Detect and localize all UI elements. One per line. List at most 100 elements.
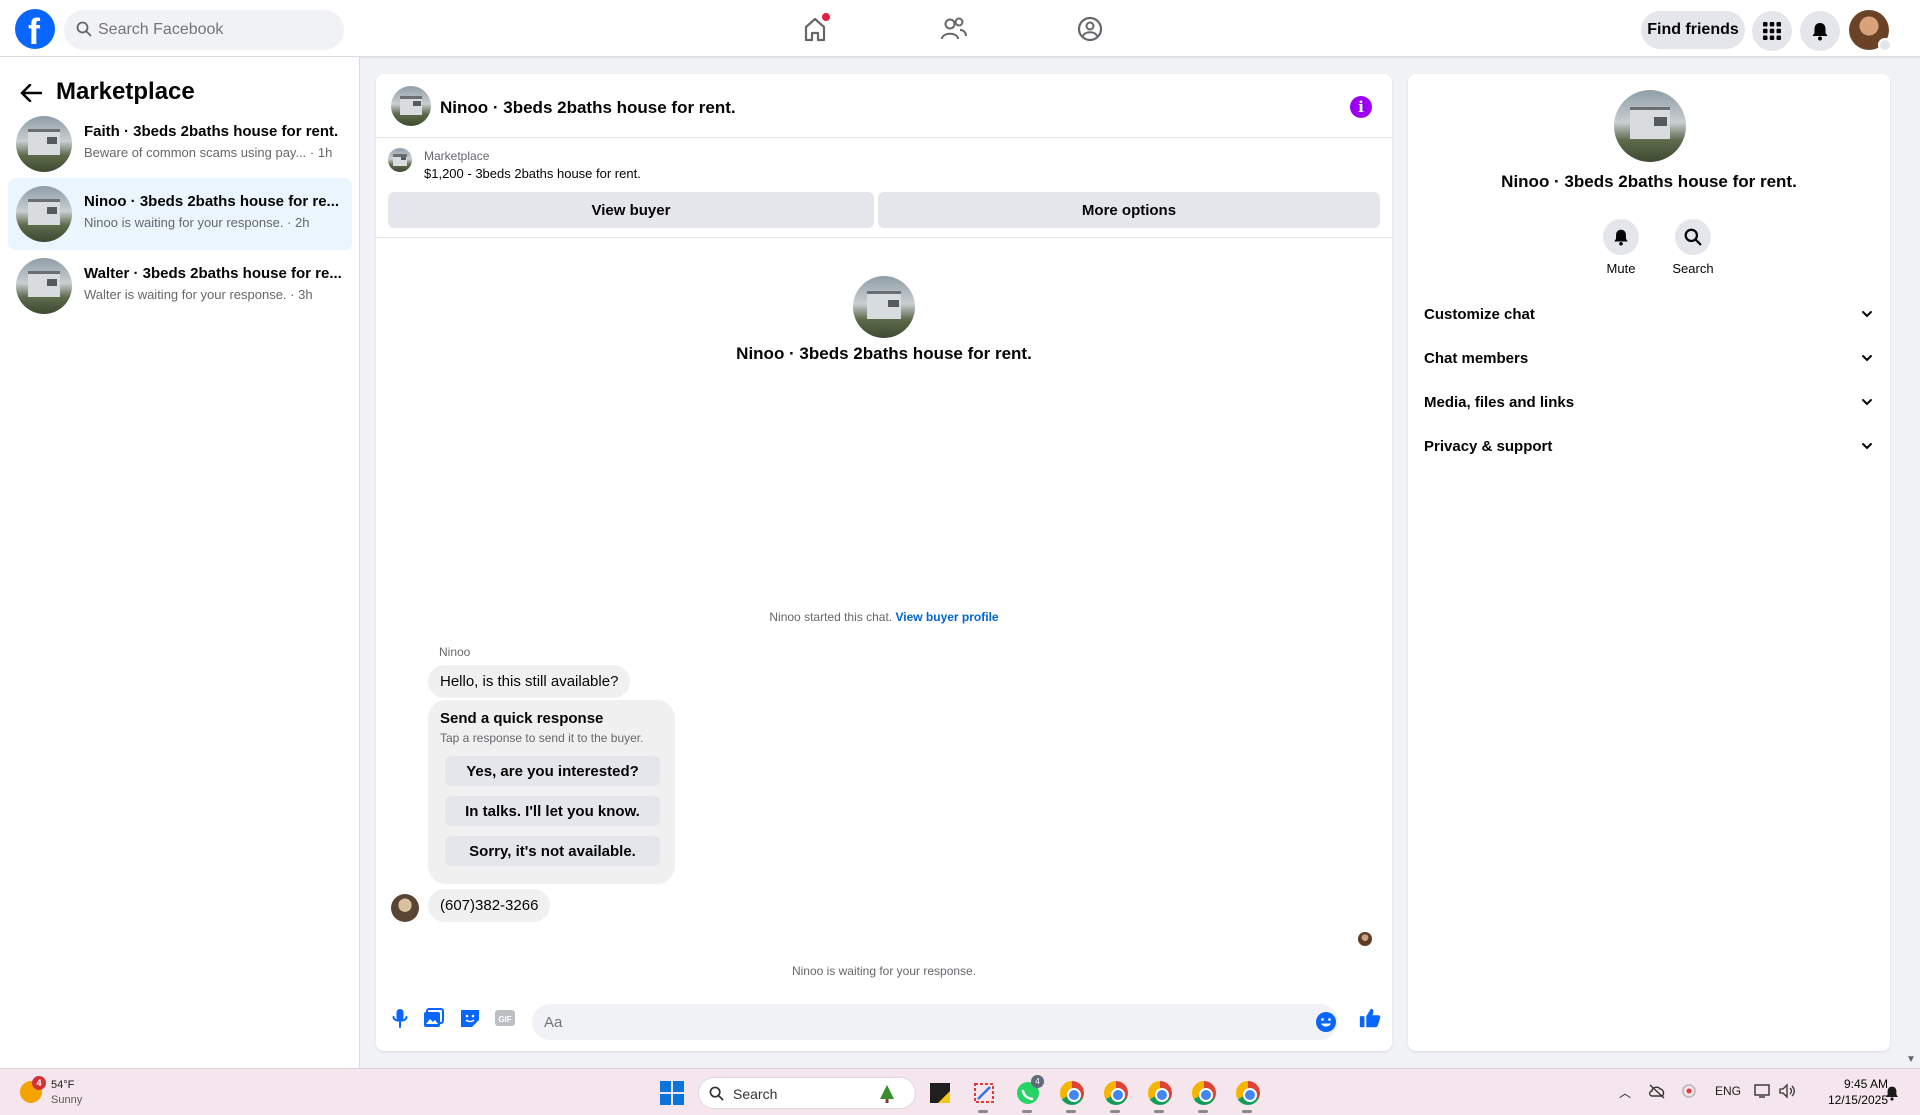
more-options-button[interactable]: More options (878, 192, 1380, 228)
notification-bell-icon[interactable] (1884, 1085, 1900, 1101)
taskbar-search-label: Search (733, 1086, 778, 1102)
conversation-title: Ninoo · 3beds 2baths house for re... (84, 193, 340, 210)
like-icon[interactable] (1358, 1006, 1382, 1030)
conversation-item[interactable]: Walter · 3beds 2baths house for re... Wa… (8, 250, 352, 322)
weather-temperature[interactable]: 54°F (51, 1079, 74, 1091)
waiting-notice: Ninoo is waiting for your response. (791, 964, 977, 978)
volume-icon[interactable] (1778, 1083, 1796, 1099)
media-files-links-section[interactable]: Media, files and links (1416, 383, 1882, 423)
section-label: Chat members (1424, 350, 1529, 367)
mute-label: Mute (1606, 261, 1636, 276)
chat-members-section[interactable]: Chat members (1416, 339, 1882, 379)
network-icon[interactable] (1754, 1083, 1772, 1099)
sender-name: Ninoo (439, 645, 471, 659)
bell-icon (1614, 229, 1628, 246)
quick-response-option[interactable]: Sorry, it's not available. (445, 836, 660, 866)
search-icon (1684, 228, 1702, 246)
sticker-icon[interactable] (458, 1006, 482, 1030)
groups-nav-button[interactable] (1072, 12, 1108, 46)
mic-icon[interactable] (388, 1006, 412, 1030)
chat-header: Ninoo · 3beds 2baths house for rent. i (376, 74, 1392, 138)
back-arrow-icon[interactable] (20, 84, 42, 102)
conversation-preview: Ninoo is waiting for your response. · 2h (84, 215, 310, 230)
sender-avatar[interactable] (391, 894, 419, 922)
chat-header-avatar[interactable] (391, 86, 431, 126)
quick-response-card: Send a quick response Tap a response to … (428, 700, 675, 884)
windows-start-icon[interactable] (660, 1081, 684, 1105)
account-avatar[interactable] (1849, 10, 1892, 52)
listing-thumbnail[interactable] (388, 148, 412, 172)
conversation-item-active[interactable]: Ninoo · 3beds 2baths house for re... Nin… (8, 178, 352, 250)
find-friends-button[interactable]: Find friends (1641, 11, 1745, 49)
chat-started-notice: Ninoo started this chat. View buyer prof… (376, 610, 1392, 624)
listing-price-title[interactable]: $1,200 - 3beds 2baths house for rent. (424, 166, 641, 181)
chevron-down-icon (1862, 399, 1872, 406)
facebook-logo-icon[interactable]: f (15, 9, 55, 52)
chat-details-panel: Ninoo · 3beds 2baths house for rent. Mut… (1408, 74, 1890, 1051)
chat-title[interactable]: Ninoo · 3beds 2baths house for rent. (440, 98, 736, 118)
scroll-down-arrow-icon[interactable]: ▼ (1906, 1054, 1916, 1065)
clock-date[interactable]: 12/15/2025 (1818, 1093, 1888, 1107)
message-input[interactable] (544, 1004, 1284, 1040)
message-bubble[interactable]: Hello, is this still available? (428, 665, 631, 698)
menu-button[interactable] (1752, 11, 1792, 51)
marketplace-sidebar: Marketplace Faith · 3beds 2baths house f… (0, 57, 360, 1068)
image-icon[interactable] (422, 1006, 446, 1030)
section-label: Customize chat (1424, 306, 1535, 323)
conversation-item[interactable]: Faith · 3beds 2baths house for rent. Bew… (8, 108, 352, 180)
taskbar-search-box[interactable]: Search (698, 1077, 916, 1109)
windows-taskbar: 4 54°F Sunny Search 4 ︿ ENG 9:45 AM 12/1… (0, 1068, 1920, 1115)
search-icon (709, 1086, 724, 1101)
top-navigation: f Find friends (0, 0, 1920, 57)
emoji-icon[interactable] (1314, 1010, 1338, 1034)
clock-time[interactable]: 9:45 AM (1828, 1077, 1888, 1091)
notifications-button[interactable] (1800, 11, 1840, 51)
weather-badge: 4 (32, 1076, 46, 1090)
privacy-support-section[interactable]: Privacy & support (1416, 427, 1882, 467)
chrome-app-icon[interactable] (1100, 1077, 1132, 1113)
seen-indicator-avatar (1358, 932, 1372, 946)
intro-avatar (853, 276, 915, 338)
quick-response-option[interactable]: Yes, are you interested? (445, 756, 660, 786)
bell-icon (1812, 23, 1828, 41)
chevron-down-icon (1878, 38, 1892, 52)
intro-name: Ninoo · 3beds 2baths house for rent. (736, 344, 1032, 363)
show-hidden-icons-chevron-icon[interactable]: ︿ (1619, 1084, 1631, 1101)
listing-thumbnail (16, 186, 72, 242)
search-facebook-input[interactable] (98, 10, 328, 50)
listing-thumbnail (16, 258, 72, 314)
view-buyer-profile-link[interactable]: View buyer profile (895, 610, 998, 624)
snipping-tool-app-icon[interactable] (968, 1077, 1000, 1113)
chevron-down-icon (1862, 355, 1872, 362)
sticky-notes-app-icon[interactable] (924, 1077, 956, 1109)
listing-bar: Marketplace $1,200 - 3beds 2baths house … (376, 138, 1392, 238)
home-nav-button[interactable] (797, 12, 833, 46)
search-facebook-box[interactable] (64, 10, 344, 50)
svg-text:GIF: GIF (498, 1015, 511, 1024)
details-avatar (1614, 90, 1686, 162)
chrome-app-icon[interactable] (1188, 1077, 1220, 1113)
chrome-app-icon[interactable] (1056, 1077, 1088, 1113)
search-icon (76, 21, 92, 37)
message-bubble[interactable]: (607)382-3266 (428, 889, 551, 922)
whatsapp-app-icon[interactable]: 4 (1012, 1075, 1044, 1113)
friends-nav-button[interactable] (935, 12, 971, 46)
mute-button[interactable]: Mute (1591, 219, 1651, 276)
tree-icon (880, 1085, 894, 1103)
meet-app-icon[interactable] (1681, 1083, 1697, 1099)
info-icon[interactable]: i (1350, 96, 1372, 118)
gif-icon[interactable]: GIF (493, 1006, 517, 1030)
language-indicator[interactable]: ENG (1715, 1084, 1741, 1098)
cloud-offline-icon[interactable] (1648, 1083, 1666, 1099)
quick-response-option[interactable]: In talks. I'll let you know. (445, 796, 660, 826)
chrome-app-icon[interactable] (1232, 1077, 1264, 1113)
apps-grid-icon (1763, 22, 1781, 40)
chat-started-text: Ninoo started this chat. (769, 610, 893, 624)
conversation-preview: Walter is waiting for your response. · 3… (84, 287, 313, 302)
customize-chat-section[interactable]: Customize chat (1416, 295, 1882, 335)
search-conversation-button[interactable]: Search (1663, 219, 1723, 276)
chrome-app-icon[interactable] (1144, 1077, 1176, 1113)
message-composer[interactable] (532, 1004, 1338, 1040)
view-buyer-button[interactable]: View buyer (388, 192, 874, 228)
weather-description: Sunny (51, 1094, 83, 1106)
